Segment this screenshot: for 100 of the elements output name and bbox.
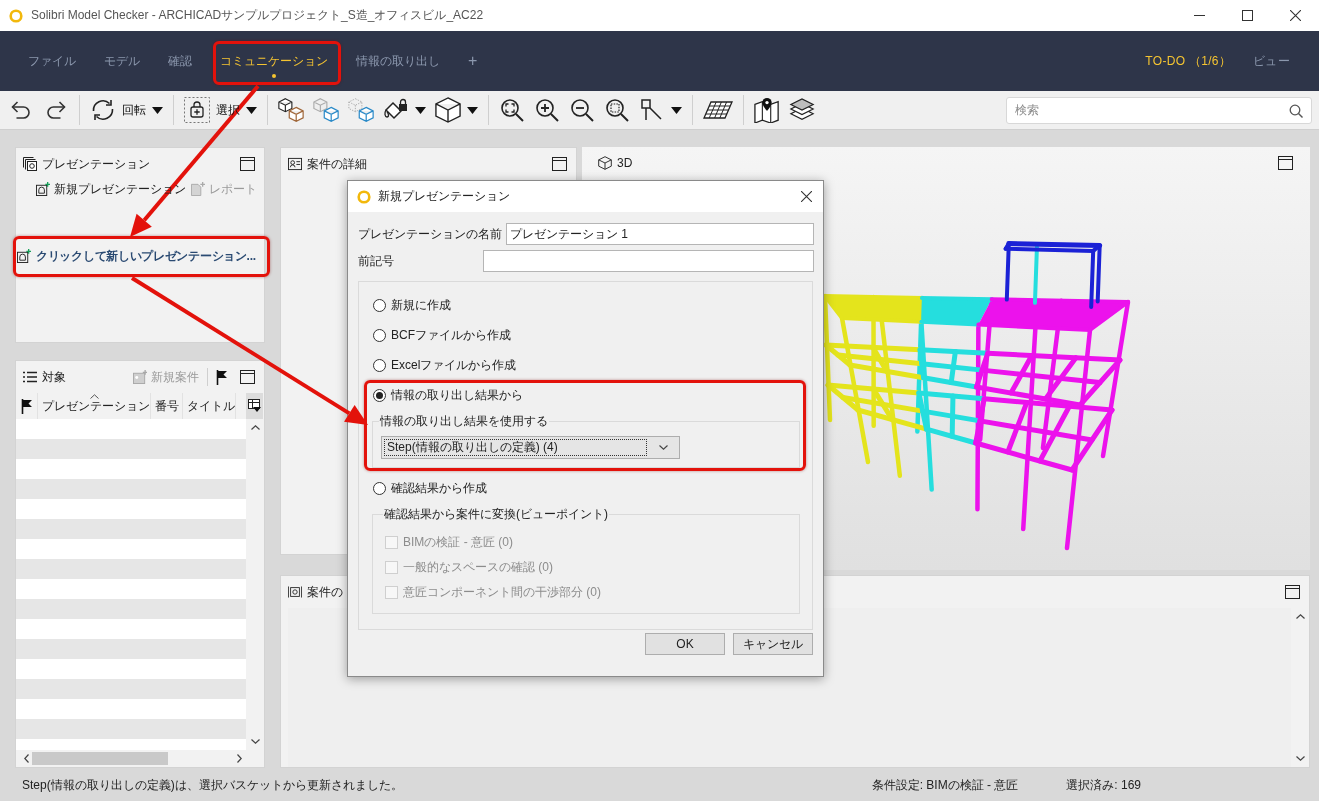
- flag-button[interactable]: [216, 369, 227, 385]
- caret-down-icon: [415, 106, 426, 114]
- dotted-cube-pair-icon: [348, 97, 374, 123]
- option-label: 情報の取り出し結果から: [391, 386, 523, 404]
- cube-icon: [435, 97, 461, 123]
- option-label: 新規に作成: [391, 296, 451, 314]
- radio-button[interactable]: [373, 358, 386, 372]
- menu-tab[interactable]: モデル: [90, 31, 154, 91]
- zoom-in-icon: [534, 97, 560, 123]
- maximize-panel-button[interactable]: [1278, 156, 1293, 170]
- panel-title: 対象: [42, 368, 66, 386]
- chevron-down-icon: [1295, 756, 1305, 761]
- chevron-left-icon: [24, 754, 29, 763]
- chevron-right-icon: [237, 754, 242, 763]
- window-icon: [1278, 156, 1293, 170]
- caret-down-icon: [467, 106, 478, 114]
- checkbox-label: 意匠コンポーネント間の干渉部分 (0): [403, 583, 601, 601]
- maximize-panel-button[interactable]: [1285, 585, 1300, 599]
- dropdown[interactable]: Step(情報の取り出しの定義) (4): [381, 436, 680, 459]
- menu-tab[interactable]: 確認: [154, 31, 206, 91]
- close-icon: [1289, 10, 1301, 21]
- group-title: 情報の取り出し結果を使用する: [379, 413, 549, 430]
- dialog-title: 新規プレゼンテーション: [378, 188, 510, 205]
- id-card-icon: [288, 157, 302, 171]
- checkbox-label: 一般的なスペースの確認 (0): [403, 558, 553, 576]
- rotate-button[interactable]: 回転: [87, 94, 166, 126]
- scrollbar-thumb[interactable]: [32, 752, 168, 765]
- layout-tab[interactable]: ビュー: [1242, 31, 1301, 91]
- layout-tab[interactable]: TO-DO （1/6）: [1134, 31, 1243, 91]
- text-input[interactable]: プレゼンテーション 1: [506, 223, 814, 245]
- checkbox-label: BIMの検証 - 意匠 (0): [403, 533, 513, 551]
- caret-down-icon: [671, 106, 682, 114]
- window-title: Solibri Model Checker - ARCHICADサンプルプロジェクト_S造_オフィスビル_AC22: [31, 7, 484, 24]
- menu-tab[interactable]: コミュニケーション: [206, 31, 342, 91]
- group-title: 確認結果から案件に変換(ビューポイント): [383, 506, 609, 523]
- cube-pair-icon: [278, 97, 304, 123]
- chevron-down-icon: [250, 739, 260, 744]
- radio-button[interactable]: [373, 388, 386, 402]
- selection-box-icon: [184, 97, 210, 123]
- card-plus-icon: [133, 370, 147, 384]
- window-icon: [240, 370, 255, 384]
- maximize-panel-button[interactable]: [240, 157, 255, 171]
- cube-icon: [598, 156, 612, 170]
- panel-title: 案件の: [307, 583, 343, 601]
- column-chooser-button[interactable]: [246, 393, 263, 419]
- list-icon: [23, 370, 37, 384]
- menu-tab[interactable]: 情報の取り出し: [342, 31, 454, 91]
- dialog-button[interactable]: キャンセル: [733, 633, 813, 655]
- view-cube-button[interactable]: [432, 94, 481, 126]
- app-logo-icon: [357, 189, 371, 204]
- dialog-button[interactable]: OK: [645, 633, 725, 655]
- flag-icon: [216, 369, 227, 385]
- add-tab-button[interactable]: +: [454, 31, 492, 91]
- field-label: 前記号: [358, 252, 395, 270]
- map-pin-icon: [754, 97, 780, 123]
- window-icon: [552, 157, 567, 171]
- panel-title: プレゼンテーション: [42, 155, 150, 173]
- faded-cube-pair-icon: [313, 97, 339, 123]
- grid-plane-icon: [703, 100, 733, 120]
- radio-button[interactable]: [373, 298, 386, 312]
- chevron-up-icon: [250, 425, 260, 430]
- search-field[interactable]: 検索: [1006, 96, 1312, 124]
- frame-plus-icon: [17, 249, 31, 263]
- radio-button[interactable]: [373, 481, 386, 495]
- active-dot-icon: [272, 74, 276, 78]
- maximize-icon: [1241, 10, 1253, 21]
- viewfinder-icon: [288, 585, 302, 599]
- close-icon: [800, 191, 812, 202]
- new-presentation-link[interactable]: クリックして新しいプレゼンテーション...: [17, 246, 256, 266]
- selection-count: 選択済み: 169: [1066, 777, 1141, 794]
- rotate-icon: [90, 97, 116, 123]
- zoom-out-icon: [569, 97, 595, 123]
- maximize-panel-button[interactable]: [240, 370, 255, 384]
- status-message: Step(情報の取り出しの定義)は、選択バスケットから更新されました。: [22, 777, 403, 794]
- caret-down-icon: [246, 106, 257, 114]
- text-input[interactable]: [483, 250, 814, 272]
- minimize-icon: [1193, 15, 1205, 16]
- layers-icon: [789, 97, 815, 123]
- document-plus-icon: [191, 182, 205, 196]
- maximize-panel-button[interactable]: [552, 157, 567, 171]
- panel-title: 3D: [617, 156, 633, 170]
- radio-button[interactable]: [373, 328, 386, 342]
- rule-set-status: 条件設定: BIMの検証 - 意匠: [871, 777, 1019, 794]
- menu-tab[interactable]: ファイル: [14, 31, 90, 91]
- zoom-fit-icon: [499, 97, 525, 123]
- flag-icon: [21, 398, 32, 414]
- field-label: プレゼンテーションの名前: [358, 225, 503, 243]
- caret-down-icon: [152, 106, 163, 114]
- search-icon: [1289, 103, 1303, 118]
- table-arrow-icon: [248, 399, 261, 413]
- panel-title: 案件の詳細: [307, 155, 367, 173]
- window-icon: [1285, 585, 1300, 599]
- window-icon: [240, 157, 255, 171]
- stacked-frames-icon: [23, 157, 37, 171]
- zoom-box-icon: [604, 97, 630, 123]
- option-label: BCFファイルから作成: [391, 326, 511, 344]
- chevron-down-icon: [659, 445, 668, 450]
- chevron-up-icon: [1295, 614, 1305, 619]
- option-label: 確認結果から作成: [391, 479, 487, 497]
- frame-plus-icon: [36, 182, 50, 196]
